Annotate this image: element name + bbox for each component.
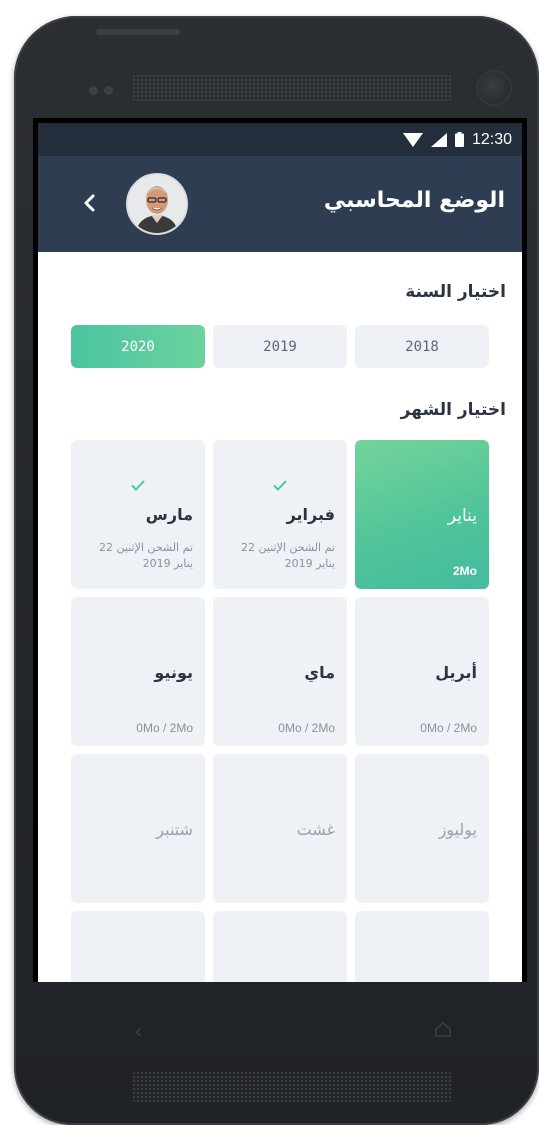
month-card-april[interactable]: أبريل 0Mo / 2Mo (355, 597, 489, 746)
month-quota: 2Mo (453, 564, 477, 578)
year-button-2019[interactable]: 2019 (213, 325, 347, 368)
earpiece-speaker (132, 74, 452, 102)
hardware-home-icon[interactable] (434, 1020, 452, 1043)
month-name: غشت (296, 820, 335, 839)
month-note: تم الشحن الإثنين 22 يناير 2019 (99, 541, 193, 570)
month-card-march[interactable]: مارس تم الشحن الإثنين 22 يناير 2019 (71, 440, 205, 589)
month-name: ماي (304, 663, 335, 682)
month-card-may[interactable]: ماي 0Mo / 2Mo (213, 597, 347, 746)
avatar[interactable] (126, 173, 188, 235)
month-quota: 0Mo / 2Mo (420, 721, 477, 735)
app-bar: الوضع المحاسبي (38, 156, 522, 252)
month-quota: 0Mo / 2Mo (278, 721, 335, 735)
month-name: يوليوز (438, 820, 477, 839)
battery-icon (454, 132, 464, 147)
page-title: الوضع المحاسبي (323, 188, 505, 213)
main-content: اختيار السنة 2020 2019 2018 اختيار الشهر… (38, 252, 522, 982)
month-note: تم الشحن الإثنين 22 يناير 2019 (241, 541, 335, 570)
month-card-january[interactable]: يناير 2Mo (355, 440, 489, 589)
year-section-title: اختيار السنة (405, 282, 506, 302)
month-card-october (355, 911, 489, 982)
proximity-sensors (89, 86, 113, 95)
month-name: شتنبر (156, 820, 193, 839)
hardware-back-icon[interactable]: ‹ (134, 1022, 143, 1044)
year-button-2018[interactable]: 2018 (355, 325, 489, 368)
month-name: مارس (145, 505, 193, 524)
month-section-title: اختيار الشهر (400, 400, 506, 420)
status-bar: 12:30 (38, 123, 522, 156)
month-card-june[interactable]: يونيو 0Mo / 2Mo (71, 597, 205, 746)
front-camera (476, 70, 512, 106)
bottom-speaker (132, 1071, 452, 1103)
month-card-november (213, 911, 347, 982)
month-card-august: غشت (213, 754, 347, 903)
check-icon (213, 480, 347, 491)
month-card-july: يوليوز (355, 754, 489, 903)
month-card-september: شتنبر (71, 754, 205, 903)
month-name: أبريل (435, 663, 477, 682)
check-icon (71, 480, 205, 491)
month-card-december (71, 911, 205, 982)
chevron-left-icon (84, 194, 95, 212)
month-name: يونيو (154, 663, 193, 682)
month-name: يناير (447, 506, 477, 526)
year-button-2020[interactable]: 2020 (71, 325, 205, 368)
wifi-icon (402, 132, 423, 147)
signal-icon (430, 132, 447, 147)
month-card-february[interactable]: فبراير تم الشحن الإثنين 22 يناير 2019 (213, 440, 347, 589)
month-quota: 0Mo / 2Mo (136, 721, 193, 735)
status-time: 12:30 (471, 130, 512, 148)
power-button (96, 29, 180, 35)
month-name: فبراير (286, 505, 335, 524)
back-button[interactable] (74, 188, 104, 218)
screen: 12:30 الوضع المحاسبي اختيار السنة 2020 2 (33, 118, 527, 982)
